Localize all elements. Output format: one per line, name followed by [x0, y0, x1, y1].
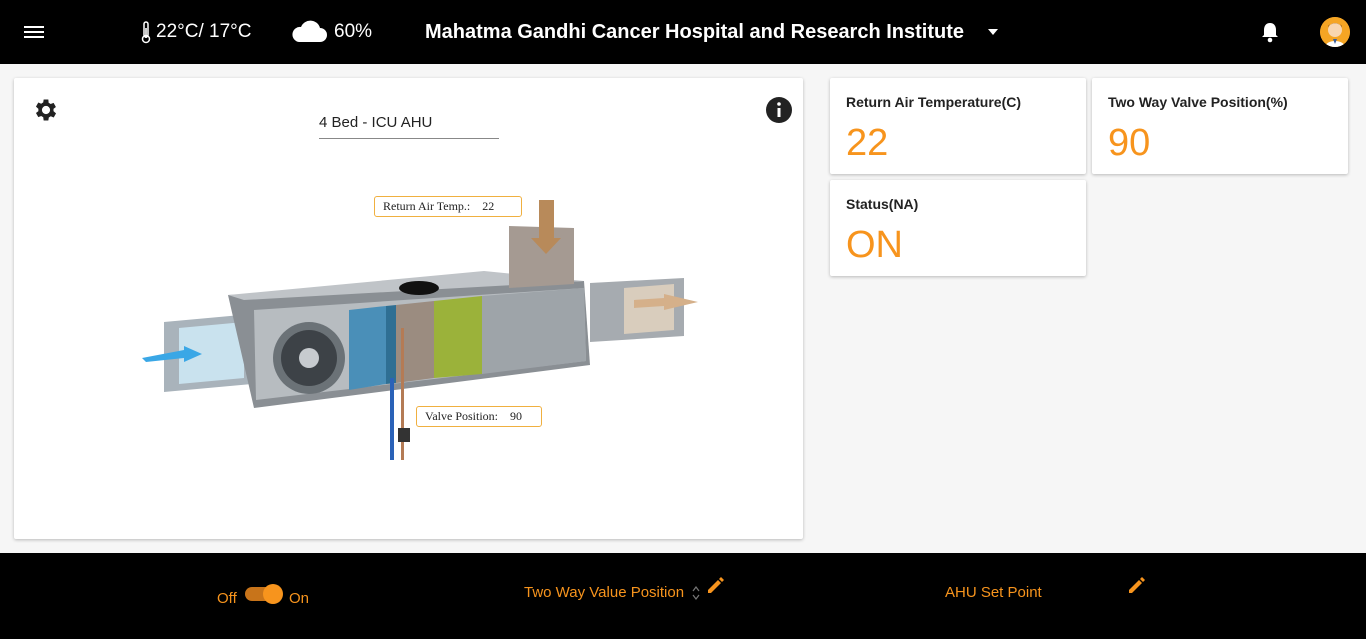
thermometer-icon — [141, 21, 151, 44]
card-value: 22 — [846, 122, 889, 164]
ahu-select-value: 4 Bed - ICU AHU — [319, 114, 433, 131]
status-card: Status(NA) ON — [830, 180, 1086, 276]
card-value: ON — [846, 224, 903, 266]
card-value: 90 — [1108, 122, 1151, 164]
avatar[interactable] — [1320, 17, 1350, 47]
valve-tag-value: 90 — [510, 409, 523, 423]
valve-position-card: Two Way Valve Position(%) 90 — [1092, 78, 1348, 174]
menu-icon[interactable] — [24, 0, 48, 64]
edit-icon[interactable] — [706, 575, 726, 595]
dropdown-arrow-icon[interactable] — [986, 0, 1000, 64]
valve-position-control-label[interactable]: Two Way Value Position — [524, 584, 684, 601]
card-label: Return Air Temperature(C) — [846, 94, 1022, 110]
info-icon[interactable] — [765, 96, 793, 129]
temperature-text: 22°C/ 17°C — [156, 21, 252, 42]
card-label: Status(NA) — [846, 196, 919, 212]
hospital-name[interactable]: Mahatma Gandhi Cancer Hospital and Resea… — [425, 0, 964, 64]
ahu-illustration — [142, 200, 698, 460]
edit-icon[interactable] — [1127, 575, 1147, 595]
valve-position-tag: Valve Position: 90 — [416, 406, 542, 427]
valve-tag-label: Valve Position: — [425, 409, 499, 423]
off-label: Off — [217, 590, 237, 607]
on-label: On — [289, 590, 310, 607]
ahu-set-point-label[interactable]: AHU Set Point — [945, 584, 1042, 601]
top-app-bar: 22°C/ 17°C 60% Mahatma Gandhi Cancer Hos… — [0, 0, 1366, 64]
return-air-tag-value: 22 — [482, 199, 495, 213]
ahu-diagram-panel: 4 Bed - ICU AHU Return Air Temp.: 22 Val… — [14, 78, 803, 539]
power-toggle[interactable] — [245, 584, 283, 604]
humidity-text: 60% — [334, 21, 373, 42]
bell-icon[interactable] — [1260, 0, 1280, 64]
cloud-icon — [292, 20, 327, 42]
ahu-select[interactable]: 4 Bed - ICU AHU — [319, 114, 499, 139]
return-air-tag-label: Return Air Temp.: — [383, 199, 471, 213]
gear-icon[interactable] — [32, 96, 60, 129]
control-bar: Off On Two Way Value Position AHU Set Po… — [0, 553, 1366, 639]
card-label: Two Way Valve Position(%) — [1108, 94, 1288, 110]
toggle-knob — [263, 584, 283, 604]
humidity-display: 60% — [290, 0, 372, 64]
temperature-display: 22°C/ 17°C — [140, 0, 251, 64]
return-air-tag: Return Air Temp.: 22 — [374, 196, 522, 217]
sort-icon[interactable] — [692, 586, 700, 600]
return-air-temperature-card: Return Air Temperature(C) 22 — [830, 78, 1086, 174]
